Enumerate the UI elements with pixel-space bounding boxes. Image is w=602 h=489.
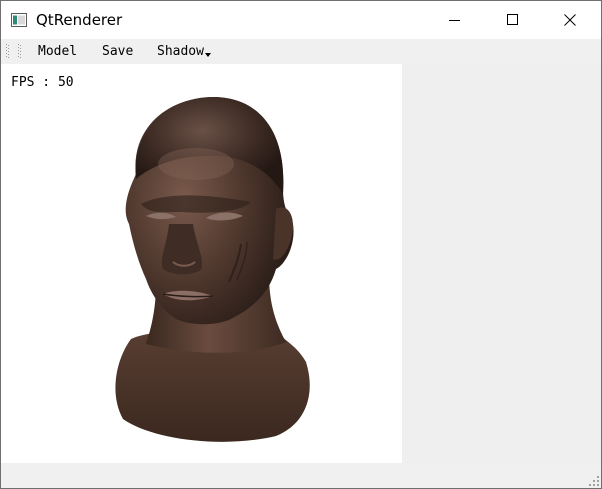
app-window-icon — [11, 12, 27, 27]
chevron-down-icon — [204, 53, 211, 57]
toolbar-grip-icon[interactable] — [5, 42, 23, 60]
window-title: QtRenderer — [36, 11, 123, 29]
main-window: QtRenderer Model Save Shadow FPS: 50 — [0, 0, 602, 489]
menu-bar: Model Save Shadow — [1, 39, 601, 63]
maximize-button[interactable] — [490, 1, 536, 39]
menu-item-model[interactable]: Model — [38, 43, 77, 60]
fps-counter: FPS : 50 — [11, 75, 74, 90]
maximize-icon — [507, 14, 518, 25]
title-bar[interactable]: QtRenderer — [1, 1, 601, 39]
menu-item-shadow[interactable]: Shadow — [157, 43, 211, 60]
menu-item-shadow-label: Shadow — [157, 44, 204, 59]
resize-grip-icon[interactable] — [589, 476, 599, 486]
minimize-button[interactable] — [432, 1, 478, 39]
status-bar — [1, 463, 601, 488]
rendered-head-model — [115, 96, 310, 442]
render-viewport[interactable]: FPS : 50 — [1, 64, 402, 463]
side-panel — [402, 64, 601, 463]
close-button[interactable] — [547, 1, 593, 39]
close-icon — [564, 14, 576, 26]
minimize-icon — [449, 20, 460, 21]
menu-item-save[interactable]: Save — [102, 43, 133, 60]
